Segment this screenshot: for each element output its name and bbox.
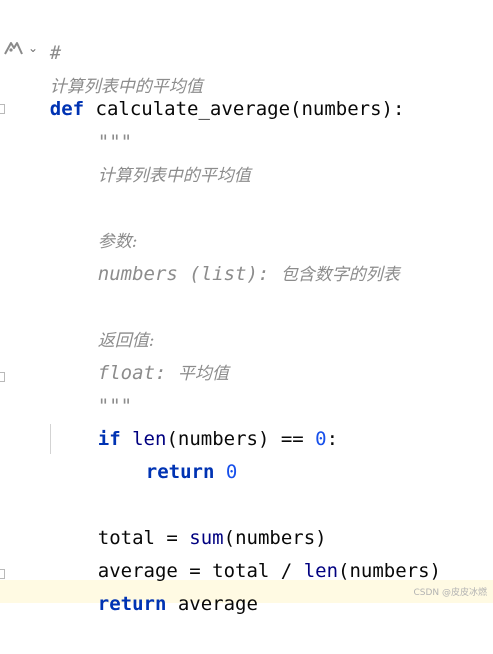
return-var: average xyxy=(177,593,258,615)
doc-return-desc: 平均值 xyxy=(177,364,229,384)
watermark: CSDN @皮皮冰燃 xyxy=(413,588,487,598)
code-line-doc-returns-header[interactable]: 返回值: xyxy=(52,291,155,351)
return-zero-value: 0 xyxy=(225,461,238,483)
ai-assistant-icon[interactable] xyxy=(2,39,24,57)
code-line-return-average[interactable]: return average xyxy=(52,555,258,615)
if-colon: : xyxy=(326,428,339,450)
code-line-if[interactable]: if len(numbers) == 0: xyxy=(52,390,338,450)
keyword-return: return xyxy=(145,461,215,483)
indent-guide xyxy=(50,424,51,454)
keyword-return-2: return xyxy=(97,593,167,615)
code-line-average[interactable]: average = total / len(numbers) xyxy=(52,522,441,582)
code-line-doc-params-header[interactable]: 参数: xyxy=(52,192,138,252)
doc-param-name: numbers (list): xyxy=(97,263,270,285)
code-line-docstring-open[interactable]: """ xyxy=(52,93,132,153)
code-line-doc-param[interactable]: numbers (list): 包含数字的列表 xyxy=(52,225,400,285)
code-line-doc-summary[interactable]: 计算列表中的平均值 xyxy=(52,126,251,186)
code-line-def[interactable]: def calculate_average(numbers): xyxy=(4,60,405,120)
fold-marker-icon[interactable] xyxy=(0,372,5,382)
doc-summary: 计算列表中的平均值 xyxy=(97,166,251,186)
doc-param-desc: 包含数字的列表 xyxy=(280,265,400,285)
code-line-total[interactable]: total = sum(numbers) xyxy=(52,489,327,549)
builtin-len-2: len xyxy=(303,560,339,582)
code-editor[interactable]: # 计算列表中的平均值 ⌄ def calculate_average(numb… xyxy=(0,0,493,615)
code-line-return-zero[interactable]: return 0 xyxy=(100,423,238,483)
len-args-2: (numbers) xyxy=(338,560,441,582)
code-line-docstring-close[interactable]: """ xyxy=(52,357,132,417)
code-line-doc-return-type[interactable]: float: 平均值 xyxy=(52,324,229,384)
chevron-down-icon[interactable]: ⌄ xyxy=(28,41,38,55)
ai-assistant-widget[interactable]: ⌄ xyxy=(2,38,38,58)
function-signature: calculate_average(numbers): xyxy=(95,98,405,120)
code-line-comment[interactable]: # 计算列表中的平均值 xyxy=(4,4,203,97)
fold-marker-icon[interactable] xyxy=(0,569,5,579)
number-zero: 0 xyxy=(315,428,327,450)
